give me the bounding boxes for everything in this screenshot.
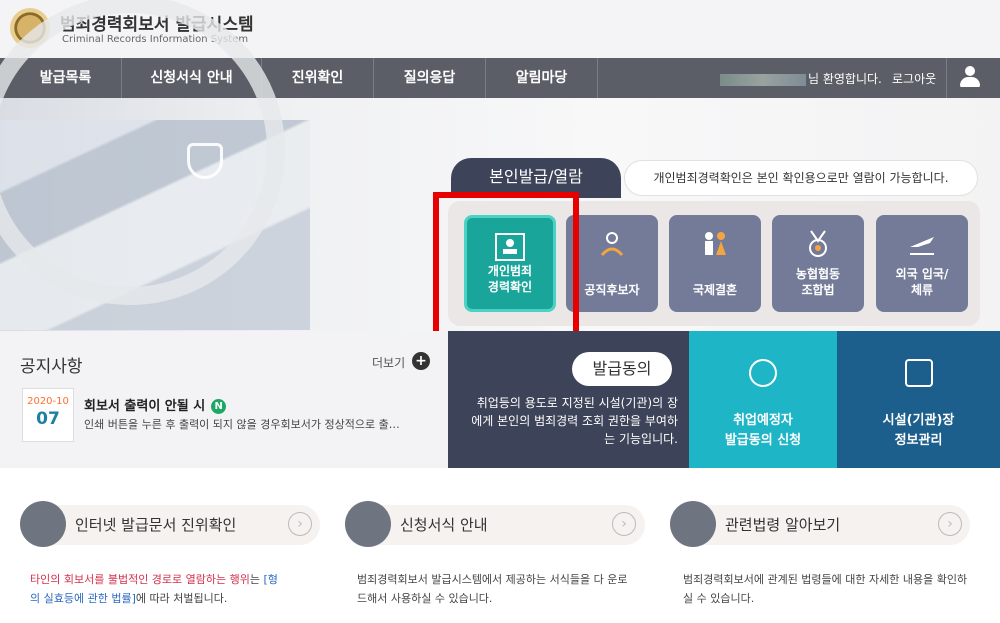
nonghyup-card[interactable]: 농협협동 조합법 [772, 215, 864, 312]
chevron-right-icon[interactable]: › [288, 512, 312, 536]
plus-icon[interactable]: + [412, 352, 430, 370]
international-marriage-card[interactable]: 국제결혼 [669, 215, 761, 312]
candidate-person-icon [600, 232, 624, 257]
shield-check-icon [187, 143, 223, 179]
blurred-username [720, 73, 806, 86]
nav-item-qna[interactable]: 질의응답 [374, 58, 486, 98]
gavel-icon [670, 501, 716, 547]
notice-date: 2020-10 07 [22, 388, 74, 442]
welcome-message: 님 환영합니다. [720, 70, 882, 87]
new-badge: N [211, 399, 227, 414]
user-icon[interactable] [946, 58, 1000, 98]
notice-day: 07 [36, 409, 60, 429]
nav-item-notice[interactable]: 알림마당 [486, 58, 598, 98]
medal-icon [809, 230, 827, 257]
notice-item-title[interactable]: 회보서 출력이 안될 시N [84, 395, 227, 414]
documents-icon [345, 501, 391, 547]
highlight-box [433, 192, 579, 338]
more-link[interactable]: 더보기 [372, 354, 405, 371]
facility-info-button[interactable]: 시설(기관)장 정보관리 [837, 331, 1000, 468]
issue-consent-description: 취업등의 용도로 지정된 시설(기관)의 장에게 본인의 범죄경력 조회 권한을… [471, 396, 678, 446]
chevron-right-icon[interactable]: › [938, 512, 962, 536]
notice-title: 공지사항 [20, 357, 83, 377]
check-circle-icon [749, 359, 777, 387]
checkbox-icon [904, 359, 933, 387]
public-candidate-card[interactable]: 공직후보자 [566, 215, 658, 312]
legal-warning: 타인의 회보서를 불법적인 경로로 열람하는 행위는 [형 의 실효등에 관한 법… [30, 573, 278, 605]
forms-description: 범죄경력회보서 발급시스템에서 제공하는 서식들을 다 운로드해서 사용하실 수… [357, 573, 628, 605]
couple-icon [705, 232, 726, 255]
logout-link[interactable]: 로그아웃 [892, 70, 936, 87]
airplane-icon [910, 237, 934, 255]
welcome-text: 님 환영합니다. [808, 72, 882, 86]
foreign-entry-card[interactable]: 외국 입국/체류 [876, 215, 968, 312]
laws-description: 범죄경력회보서에 관계된 법령들에 대한 자세한 내용을 확인하실 수 있습니다… [683, 573, 968, 605]
certificate-icon [20, 501, 66, 547]
notice-item-text[interactable]: 인쇄 버튼을 누른 후 출력이 되지 않을 경우회보서가 정상적으로 출… [84, 416, 424, 432]
job-applicant-consent-button[interactable]: 취업예정자 발급동의 신청 [689, 331, 837, 468]
chevron-right-icon[interactable]: › [612, 512, 636, 536]
issue-consent-label: 발급동의 [572, 352, 672, 386]
nav-item-verify[interactable]: 진위확인 [262, 58, 374, 98]
self-issue-description: 개인범죄경력확인은 본인 확인용으로만 열람이 가능합니다. [624, 160, 978, 196]
notice-year-month: 2020-10 [27, 396, 69, 407]
